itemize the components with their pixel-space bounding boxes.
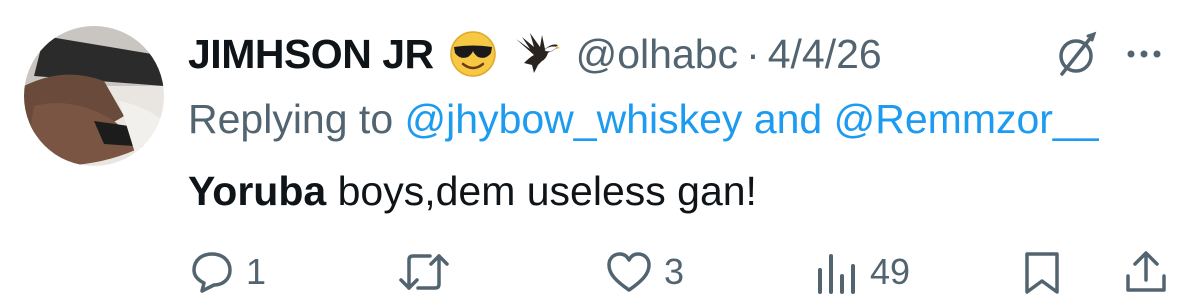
- tweet-text: Yoruba boys,dem useless gan!: [188, 168, 757, 222]
- reply-button[interactable]: 1: [188, 244, 266, 300]
- like-icon: [607, 252, 651, 292]
- handle[interactable]: @olhabc: [576, 31, 738, 78]
- action-bar: 1 3 49: [0, 244, 1200, 300]
- like-count: 3: [664, 251, 685, 292]
- views-icon: [818, 254, 855, 294]
- more-icon[interactable]: [1123, 46, 1173, 62]
- bookmark-button[interactable]: [1020, 244, 1064, 300]
- bookmark-icon: [1025, 252, 1059, 294]
- retweet-icon: [399, 254, 449, 290]
- views-count: 49: [870, 251, 911, 292]
- mention-link[interactable]: @jhybow_whiskey: [405, 96, 743, 142]
- like-button[interactable]: 3: [604, 244, 684, 300]
- display-name[interactable]: JIMHSON JR: [188, 31, 434, 78]
- replying-to: Replying to @jhybow_whiskey and @Remmzor…: [188, 96, 1099, 146]
- tweet-text-rest: boys,dem useless gan!: [326, 168, 757, 214]
- reply-count: 1: [246, 251, 267, 292]
- tweet-date[interactable]: 4/4/26: [768, 31, 882, 78]
- smiling-face-with-sunglasses-icon: [448, 29, 498, 79]
- replying-to-prefix: Replying to: [188, 96, 394, 142]
- tweet-header: JIMHSON JR @olhabc · 4/4/26: [188, 28, 882, 80]
- avatar[interactable]: [24, 26, 164, 166]
- reply-icon: [192, 252, 232, 293]
- tweet-text-bold: Yoruba: [188, 168, 327, 214]
- mention-joiner: and: [753, 96, 823, 142]
- share-button[interactable]: [1122, 244, 1170, 300]
- eagle-icon: [512, 29, 562, 79]
- views-button[interactable]: 49: [812, 244, 910, 300]
- retweet-button[interactable]: [398, 244, 460, 300]
- mention-link[interactable]: @Remmzor__: [834, 96, 1099, 142]
- grok-icon[interactable]: [1052, 30, 1102, 80]
- separator-dot: ·: [746, 30, 760, 77]
- share-icon: [1126, 251, 1166, 292]
